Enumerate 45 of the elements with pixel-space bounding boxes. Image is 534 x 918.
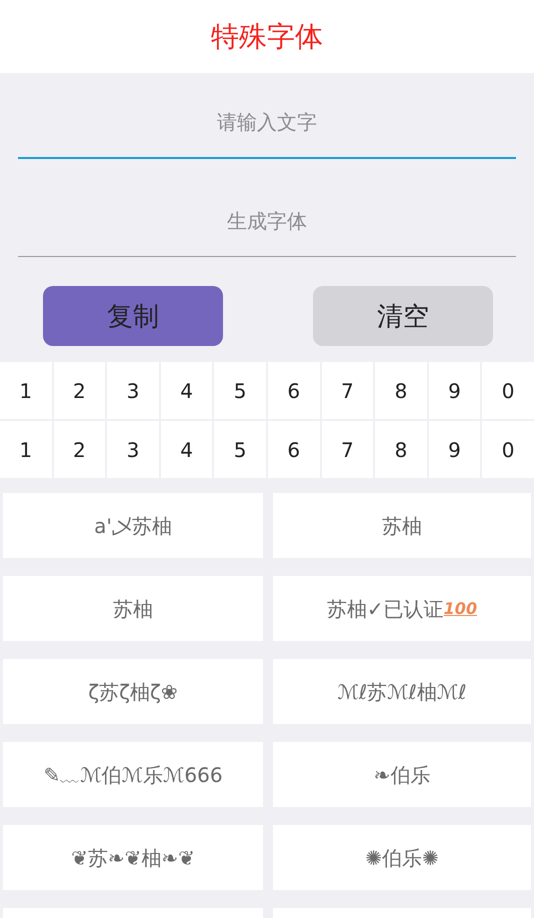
digit-key[interactable]: 4 [160, 421, 212, 478]
digit-key[interactable]: 9 [428, 362, 480, 419]
digit-key[interactable]: 0 [482, 362, 534, 419]
font-style-card[interactable]: ℳℓ苏ℳℓ柚ℳℓ [273, 659, 531, 724]
styled-text: ✺伯乐✺ [365, 844, 439, 872]
digit-key[interactable]: 3 [107, 421, 159, 478]
styled-text: 苏柚 [113, 596, 153, 622]
score-label: 100 [444, 599, 478, 618]
digit-key[interactable]: 7 [322, 421, 374, 478]
digit-key[interactable]: 1 [0, 421, 52, 478]
font-style-card[interactable]: ❧伯乐 [273, 742, 531, 807]
font-style-card[interactable]: ✺伯乐✺ [273, 825, 531, 890]
styled-text: 苏柚✓已认证 [326, 596, 444, 622]
digit-key[interactable]: 8 [375, 362, 427, 419]
app-title: 特殊字体 [211, 18, 323, 54]
digit-key[interactable]: 5 [214, 421, 266, 478]
styled-text: a'乄苏柚 [94, 512, 172, 540]
digit-key[interactable]: 2 [54, 421, 106, 478]
digit-key[interactable]: 9 [428, 421, 480, 478]
clear-button[interactable]: 清空 [313, 286, 493, 346]
styled-text: ❧伯乐 [374, 762, 430, 788]
styled-text: ❦苏❧❦柚❧❦ [71, 844, 195, 872]
styled-text: 苏柚 [382, 512, 422, 540]
font-style-card[interactable]: 苏柚 [273, 493, 531, 558]
styled-text: ζ苏ζ柚ζ❀ [88, 678, 178, 706]
font-style-card[interactable]: 苏柚 [3, 576, 263, 641]
digit-key[interactable]: 8 [375, 421, 427, 478]
font-style-card[interactable]: 苏柚✓已认证100 [273, 576, 531, 641]
digit-key[interactable]: 3 [107, 362, 159, 419]
output-field[interactable]: 生成字体 [18, 186, 516, 257]
digit-key[interactable]: 7 [322, 362, 374, 419]
font-style-card[interactable]: ✎﹏ℳ伯ℳ乐ℳ666 [3, 742, 263, 807]
font-style-card[interactable]: a'乄苏柚 [3, 493, 263, 558]
digit-key[interactable]: 6 [268, 362, 320, 419]
styled-text: ✎﹏ℳ伯ℳ乐ℳ666 [43, 762, 223, 788]
digit-key[interactable]: 5 [214, 362, 266, 419]
digit-key[interactable]: 6 [268, 421, 320, 478]
styled-text: ℳℓ苏ℳℓ柚ℳℓ [338, 678, 466, 706]
digit-key[interactable]: 4 [160, 362, 212, 419]
font-style-card[interactable]: ζ苏ζ柚ζ❀ [3, 659, 263, 724]
digit-key[interactable]: 1 [0, 362, 52, 419]
digit-key[interactable]: 0 [482, 421, 534, 478]
font-style-card[interactable]: ❦苏❧❦柚❧❦ [3, 825, 263, 890]
digit-key[interactable]: 2 [54, 362, 106, 419]
input-field[interactable]: 请输入文字 [18, 87, 516, 159]
